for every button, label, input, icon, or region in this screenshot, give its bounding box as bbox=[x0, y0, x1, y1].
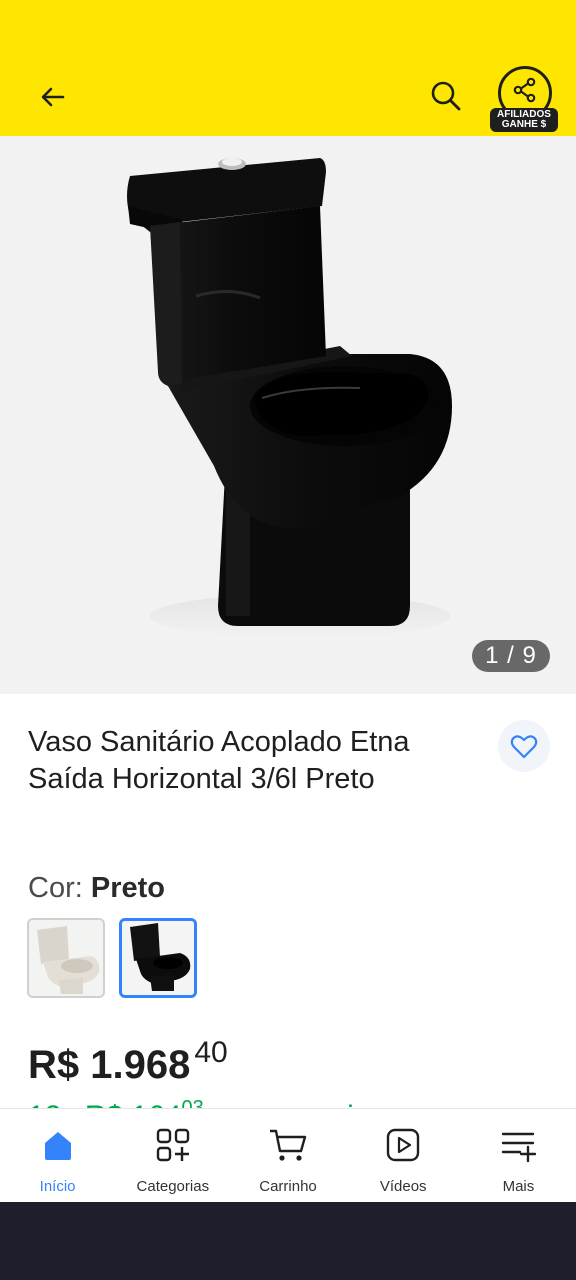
nav-item-videos[interactable]: Vídeos bbox=[346, 1109, 461, 1202]
system-navigation-bar bbox=[0, 1202, 576, 1280]
installments-info: 12x R$ 16403 sem juros com bbox=[28, 1086, 548, 1110]
nav-label-categorias: Categorias bbox=[136, 1178, 210, 1195]
nav-item-mais[interactable]: Mais bbox=[461, 1109, 576, 1202]
price-main: R$ 1.968 bbox=[28, 1043, 191, 1087]
nav-item-categorias[interactable]: Categorias bbox=[115, 1109, 230, 1202]
heart-icon bbox=[510, 735, 538, 759]
top-app-bar: AFILIADOS GANHE $ bbox=[0, 0, 576, 136]
nav-label-carrinho: Carrinho bbox=[259, 1178, 317, 1195]
swatch-image-black bbox=[122, 921, 194, 995]
bottom-navigation: Início Categorias Carrinho Vídeos Mais bbox=[0, 1108, 576, 1202]
arrow-left-icon bbox=[41, 87, 65, 107]
nav-label-inicio: Início bbox=[39, 1178, 76, 1195]
share-icon bbox=[513, 77, 536, 103]
affiliates-button[interactable]: AFILIADOS GANHE $ bbox=[490, 66, 558, 134]
image-counter: 1 / 9 bbox=[472, 640, 550, 672]
color-swatch-white[interactable] bbox=[27, 918, 105, 998]
cart-icon bbox=[270, 1129, 307, 1161]
product-image bbox=[127, 158, 452, 638]
affiliates-line2: GANHE $ bbox=[501, 119, 547, 130]
product-title: Vaso Sanitário Acoplado Etna Saída Horiz… bbox=[28, 726, 410, 795]
color-label: Cor: bbox=[28, 872, 83, 904]
menu-plus-icon bbox=[502, 1132, 537, 1163]
back-button[interactable] bbox=[32, 76, 74, 118]
price-cents: 40 bbox=[194, 1036, 228, 1069]
product-image-gallery[interactable] bbox=[0, 136, 576, 694]
nav-label-videos: Vídeos bbox=[379, 1178, 427, 1195]
nav-item-carrinho[interactable]: Carrinho bbox=[230, 1109, 345, 1202]
home-icon bbox=[44, 1132, 71, 1160]
product-price: R$ 1.968 40 bbox=[28, 1028, 228, 1090]
affiliates-badge: AFILIADOS GANHE $ bbox=[490, 108, 558, 132]
categories-icon bbox=[156, 1128, 189, 1162]
color-selector-label: Cor: Preto bbox=[28, 870, 165, 906]
nav-label-mais: Mais bbox=[502, 1178, 535, 1195]
search-button[interactable] bbox=[424, 74, 468, 118]
swatch-image-white bbox=[29, 920, 103, 996]
color-value: Preto bbox=[90, 872, 165, 904]
video-icon bbox=[387, 1128, 420, 1162]
favorite-button[interactable] bbox=[498, 720, 550, 772]
color-swatch-black[interactable] bbox=[119, 918, 197, 998]
search-icon bbox=[431, 81, 461, 111]
nav-item-inicio[interactable]: Início bbox=[0, 1109, 115, 1202]
